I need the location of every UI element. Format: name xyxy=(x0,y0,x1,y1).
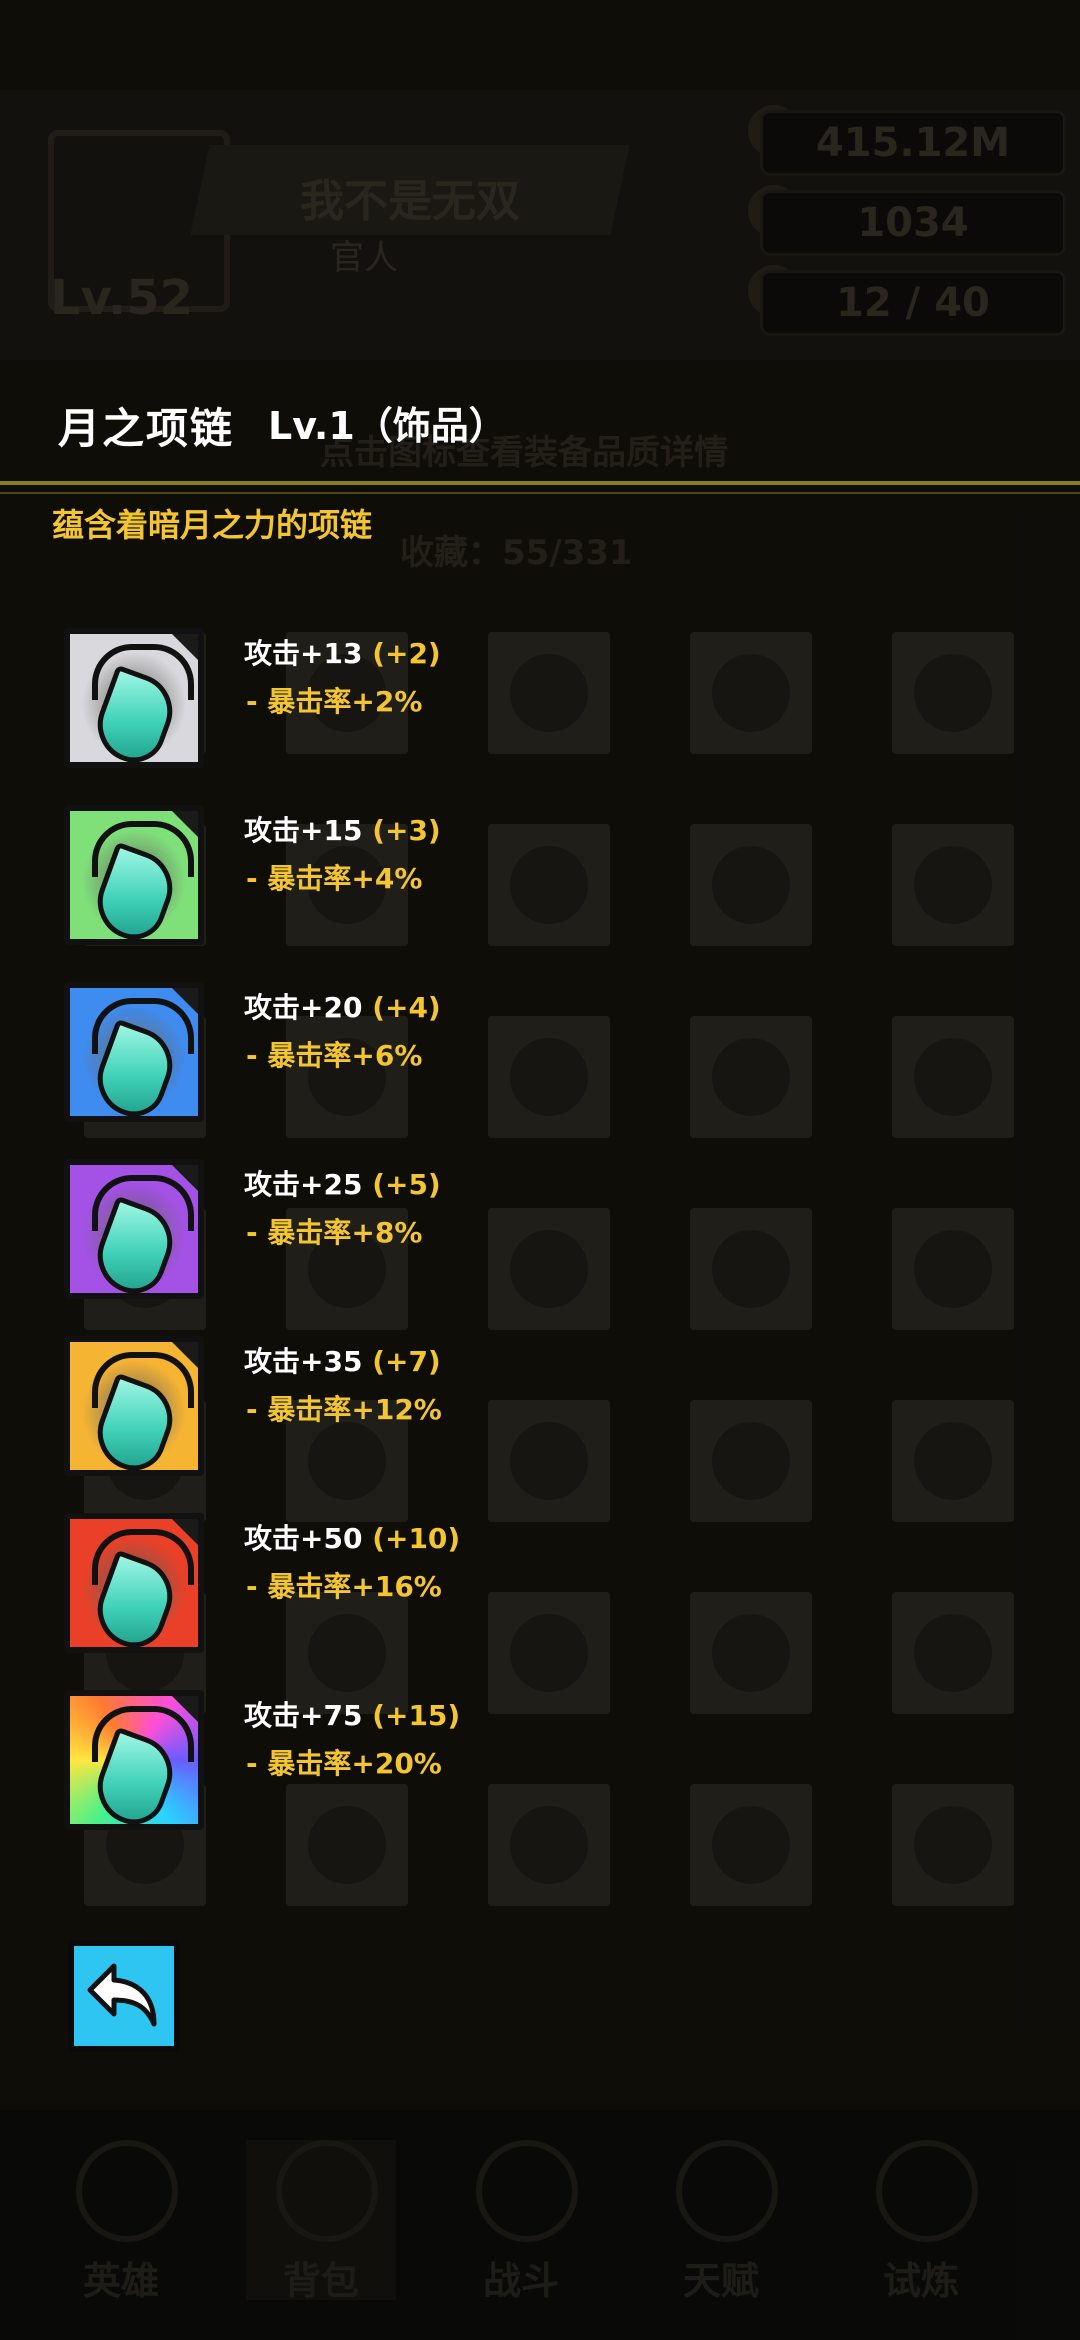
tier-crit: - 暴击率+2% xyxy=(246,685,423,718)
tier-attack: 攻击+75 (+15) xyxy=(244,1694,460,1734)
item-name: 月之项链 xyxy=(58,404,235,453)
attack-value: 攻击+25 xyxy=(244,1168,373,1201)
attack-bonus: (+4) xyxy=(372,991,441,1024)
attack-bonus: (+5) xyxy=(372,1168,441,1201)
tier-crit: - 暴击率+8% xyxy=(246,1216,423,1249)
item-level: Lv.1（饰品） xyxy=(268,404,507,448)
attack-value: 攻击+13 xyxy=(244,637,373,670)
tier-attack: 攻击+15 (+3) xyxy=(244,809,441,849)
moon-necklace-icon xyxy=(64,982,204,1122)
moon-necklace-icon xyxy=(64,1513,204,1653)
attack-bonus: (+7) xyxy=(372,1345,441,1378)
attack-bonus: (+15) xyxy=(372,1699,461,1732)
tier-attack: 攻击+25 (+5) xyxy=(244,1163,441,1203)
tier-item xyxy=(64,1159,204,1299)
attack-value: 攻击+15 xyxy=(244,814,373,847)
attack-bonus: (+3) xyxy=(372,814,441,847)
attack-value: 攻击+50 xyxy=(244,1522,373,1555)
attack-bonus: (+10) xyxy=(372,1522,461,1555)
moon-necklace-icon xyxy=(64,628,204,768)
tier-crit: - 暴击率+20% xyxy=(246,1747,442,1780)
tier-crit: - 暴击率+6% xyxy=(246,1039,423,1072)
moon-necklace-icon xyxy=(64,1159,204,1299)
attack-value: 攻击+35 xyxy=(244,1345,373,1378)
moon-necklace-icon xyxy=(64,1336,204,1476)
divider xyxy=(0,481,1080,485)
tier-crit: - 暴击率+4% xyxy=(246,862,423,895)
item-description: 蕴含着暗月之力的项链 xyxy=(52,506,373,544)
tier-item xyxy=(64,1336,204,1476)
tier-crit: - 暴击率+16% xyxy=(246,1570,442,1603)
back-button[interactable] xyxy=(68,1940,180,2052)
tier-attack: 攻击+50 (+10) xyxy=(244,1517,460,1557)
tier-attack: 攻击+13 (+2) xyxy=(244,632,441,672)
tier-item xyxy=(64,982,204,1122)
attack-bonus: (+2) xyxy=(372,637,441,670)
tier-item xyxy=(64,628,204,768)
tier-item xyxy=(64,1690,204,1830)
back-arrow-icon xyxy=(87,1963,157,2027)
moon-necklace-icon xyxy=(64,805,204,945)
attack-value: 攻击+75 xyxy=(244,1699,373,1732)
moon-necklace-icon xyxy=(64,1690,204,1830)
tier-crit: - 暴击率+12% xyxy=(246,1393,442,1426)
tier-item xyxy=(64,1513,204,1653)
attack-value: 攻击+20 xyxy=(244,991,373,1024)
tier-attack: 攻击+35 (+7) xyxy=(244,1340,441,1380)
divider xyxy=(0,492,1080,494)
tier-item xyxy=(64,805,204,945)
tier-attack: 攻击+20 (+4) xyxy=(244,986,441,1026)
